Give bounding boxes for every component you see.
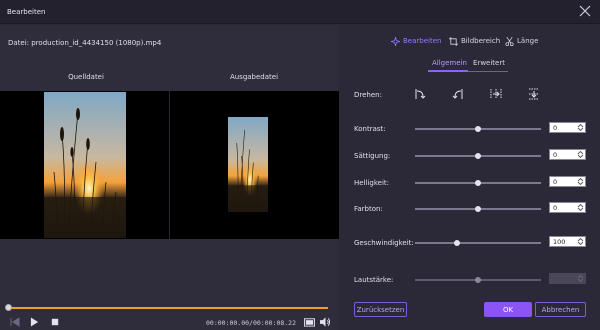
tab-length-label: Länge [517,37,539,45]
brightness-label: Helligkeit: [354,179,390,187]
speed-slider-handle[interactable] [453,240,460,246]
sunset-image [44,92,126,238]
volume-slider-handle [475,277,481,283]
preview-pane: Datei: production_id_4434150 (1080p).mp4… [0,25,339,330]
sunset-image [228,117,268,212]
hue-slider-handle[interactable] [475,206,481,212]
flip-horizontal-icon[interactable] [490,88,502,100]
contrast-spinbox[interactable]: 0 [549,122,586,133]
progress-fill [8,307,328,309]
contrast-label: Kontrast: [354,125,386,133]
rotate-label: Drehen: [354,91,382,99]
flip-vertical-icon[interactable] [528,88,540,100]
original-label: Quelldatei [68,73,104,81]
tab-edit-label: Bearbeiten [403,37,442,45]
tab-crop-label: Bildbereich [461,37,501,45]
spin-arrows-icon [577,274,584,283]
original-video [44,92,126,238]
ok-button[interactable]: OK [484,302,532,317]
brightness-value: 0 [553,178,558,186]
speed-value: 100 [553,238,566,246]
subtab-active-indicator [428,70,468,72]
time-display: 00:00:00.00/00:00:08.22 [206,319,297,327]
contrast-value: 0 [553,124,558,132]
video-stage [0,91,339,239]
cancel-button[interactable]: Abbrechen [535,302,586,317]
spin-arrows-icon[interactable] [576,123,585,132]
hue-spinbox[interactable]: 0 [549,202,586,213]
file-label: Datei: production_id_4434150 (1080p).mp4 [8,39,162,47]
volume-label: Lautstärke: [354,276,394,284]
saturation-slider-handle[interactable] [475,153,481,159]
speed-label: Geschwindigkeit: [354,239,414,247]
hue-value: 0 [553,204,558,212]
title-bar: Bearbeiten [0,0,600,24]
output-label: Ausgabedatei [229,73,279,81]
sub-tabs: Allgemein Erweitert [340,59,600,73]
sparkle-icon [391,36,400,46]
crop-icon [449,36,458,46]
saturation-label: Sättigung: [354,152,391,160]
hue-label: Farbton: [354,205,383,213]
spin-arrows-icon[interactable] [576,150,585,159]
settings-pane: Bearbeiten Bildbereich Länge Allgemein E… [340,25,600,330]
spin-arrows-icon[interactable] [576,237,585,246]
tab-length[interactable]: Länge [505,35,538,47]
rewind-icon[interactable] [10,317,20,327]
speed-slider[interactable] [415,242,541,244]
tab-crop[interactable]: Bildbereich [449,35,500,47]
close-icon[interactable] [579,5,591,17]
subtab-advanced[interactable]: Erweitert [472,59,506,71]
spin-arrows-icon[interactable] [576,177,585,186]
volume-spinbox [549,273,586,284]
window-title: Bearbeiten [7,8,46,16]
play-icon[interactable] [30,317,39,327]
main-tabs: Bearbeiten Bildbereich Länge [340,32,600,48]
output-video [228,117,268,212]
snapshot-icon[interactable] [304,317,315,327]
stage-divider [169,91,170,239]
stop-icon[interactable] [51,317,59,327]
volume-icon[interactable] [320,317,331,327]
brightness-spinbox[interactable]: 0 [549,176,586,187]
rotate-left-icon[interactable] [452,88,464,100]
reset-button[interactable]: Zurücksetzen [354,302,407,317]
scissors-icon [505,36,514,46]
contrast-slider-handle[interactable] [475,126,481,132]
rotate-right-icon[interactable] [414,88,426,100]
brightness-slider-handle[interactable] [475,180,481,186]
tab-edit[interactable]: Bearbeiten [391,35,441,47]
progress-bar[interactable] [8,307,328,309]
saturation-value: 0 [553,151,558,159]
saturation-spinbox[interactable]: 0 [549,149,586,160]
progress-handle[interactable] [5,304,12,311]
speed-spinbox[interactable]: 100 [549,236,586,247]
spin-arrows-icon[interactable] [576,203,585,212]
